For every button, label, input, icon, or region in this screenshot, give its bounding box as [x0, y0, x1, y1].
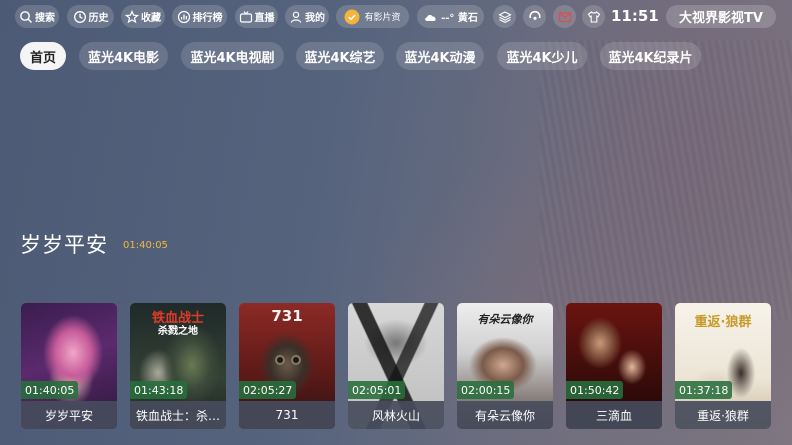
weather-label: --° 黄石: [441, 13, 478, 24]
movie-title: 三滴血: [566, 401, 662, 429]
favorites-label: 收藏: [141, 13, 161, 24]
background-texture: [540, 40, 792, 320]
movie-card[interactable]: 铁血战士 杀戮之地 01:43:18 铁血战士：杀…: [130, 303, 226, 429]
poster-title-text: 731: [271, 307, 303, 325]
clock: 11:51: [611, 7, 659, 25]
movie-title: 铁血战士：杀…: [130, 401, 226, 429]
duration-badge: 02:05:27: [239, 381, 297, 399]
movie-card[interactable]: 重返·狼群 01:37:18 重返·狼群: [675, 303, 771, 429]
top-bar: 搜索 历史 收藏 排行榜 直播 我的 有影片资 --° 黄石 11:51 大视界…: [0, 5, 792, 29]
refresh-button[interactable]: [523, 5, 546, 28]
tab-4k-variety[interactable]: 蓝光4K综艺: [296, 42, 384, 70]
movie-card[interactable]: 02:05:01 风林火山: [348, 303, 444, 429]
search-icon: [19, 10, 33, 24]
poster-subtitle-text: 杀戮之地: [158, 326, 198, 337]
ranking-icon: [177, 10, 191, 24]
tab-home[interactable]: 首页: [20, 42, 66, 70]
duration-badge: 01:40:05: [21, 381, 79, 399]
weather-widget[interactable]: --° 黄石: [417, 5, 484, 28]
tv-icon: [239, 10, 253, 24]
mine-button[interactable]: 我的: [285, 5, 329, 28]
star-icon: [125, 9, 139, 24]
user-icon: [289, 10, 303, 24]
ranking-button[interactable]: 排行榜: [172, 5, 227, 28]
refresh-icon: [528, 10, 542, 24]
gas-mask-eye: [291, 355, 301, 365]
history-label: 历史: [88, 13, 109, 24]
mine-label: 我的: [305, 13, 325, 24]
cloud-icon: [423, 10, 439, 24]
layers-icon: [497, 10, 512, 24]
history-button[interactable]: 历史: [67, 5, 114, 28]
duration-badge: 01:37:18: [675, 381, 733, 399]
source-badge-icon: [344, 9, 360, 25]
movie-card[interactable]: 731 02:05:27 731: [239, 303, 335, 429]
featured-duration: 01:40:05: [123, 240, 168, 251]
source-button[interactable]: 有影片资: [336, 5, 409, 28]
app-brand: 大视界影视TV: [666, 5, 776, 28]
duration-badge: 02:05:01: [348, 381, 406, 399]
search-button[interactable]: 搜索: [15, 5, 59, 28]
layers-button[interactable]: [493, 5, 516, 28]
message-button[interactable]: [553, 5, 576, 28]
live-button[interactable]: 直播: [235, 5, 278, 28]
shirt-icon: [587, 10, 601, 24]
featured-title: 岁岁平安: [20, 233, 108, 257]
skin-button[interactable]: [582, 5, 605, 28]
poster-title-text: 有朵云像你: [477, 313, 533, 326]
duration-badge: 01:43:18: [130, 381, 188, 399]
tab-4k-anime[interactable]: 蓝光4K动漫: [396, 42, 484, 70]
movie-title: 岁岁平安: [21, 401, 117, 429]
tab-4k-movies[interactable]: 蓝光4K电影: [79, 42, 168, 70]
search-label: 搜索: [35, 13, 55, 24]
tab-4k-kids[interactable]: 蓝光4K少儿: [497, 42, 587, 70]
movie-card[interactable]: 01:50:42 三滴血: [566, 303, 662, 429]
source-label: 有影片资: [364, 13, 401, 23]
duration-badge: 02:00:15: [457, 381, 515, 399]
movie-title: 731: [239, 401, 335, 429]
history-icon: [73, 10, 87, 24]
poster-title-text: 重返·狼群: [694, 315, 752, 330]
mail-icon: [558, 10, 572, 24]
movie-card[interactable]: 01:40:05 岁岁平安: [21, 303, 117, 429]
movie-title: 风林火山: [348, 401, 444, 429]
movie-title: 有朵云像你: [457, 401, 553, 429]
ranking-label: 排行榜: [192, 13, 223, 24]
movie-card[interactable]: 有朵云像你 02:00:15 有朵云像你: [457, 303, 553, 429]
tab-4k-documentary[interactable]: 蓝光4K纪录片: [600, 42, 701, 70]
duration-badge: 01:50:42: [566, 381, 624, 399]
gas-mask-eye: [275, 355, 285, 365]
movie-title: 重返·狼群: [675, 401, 771, 429]
favorites-button[interactable]: 收藏: [121, 5, 165, 28]
live-label: 直播: [254, 13, 275, 24]
tab-4k-tv-series[interactable]: 蓝光4K电视剧: [181, 42, 284, 70]
